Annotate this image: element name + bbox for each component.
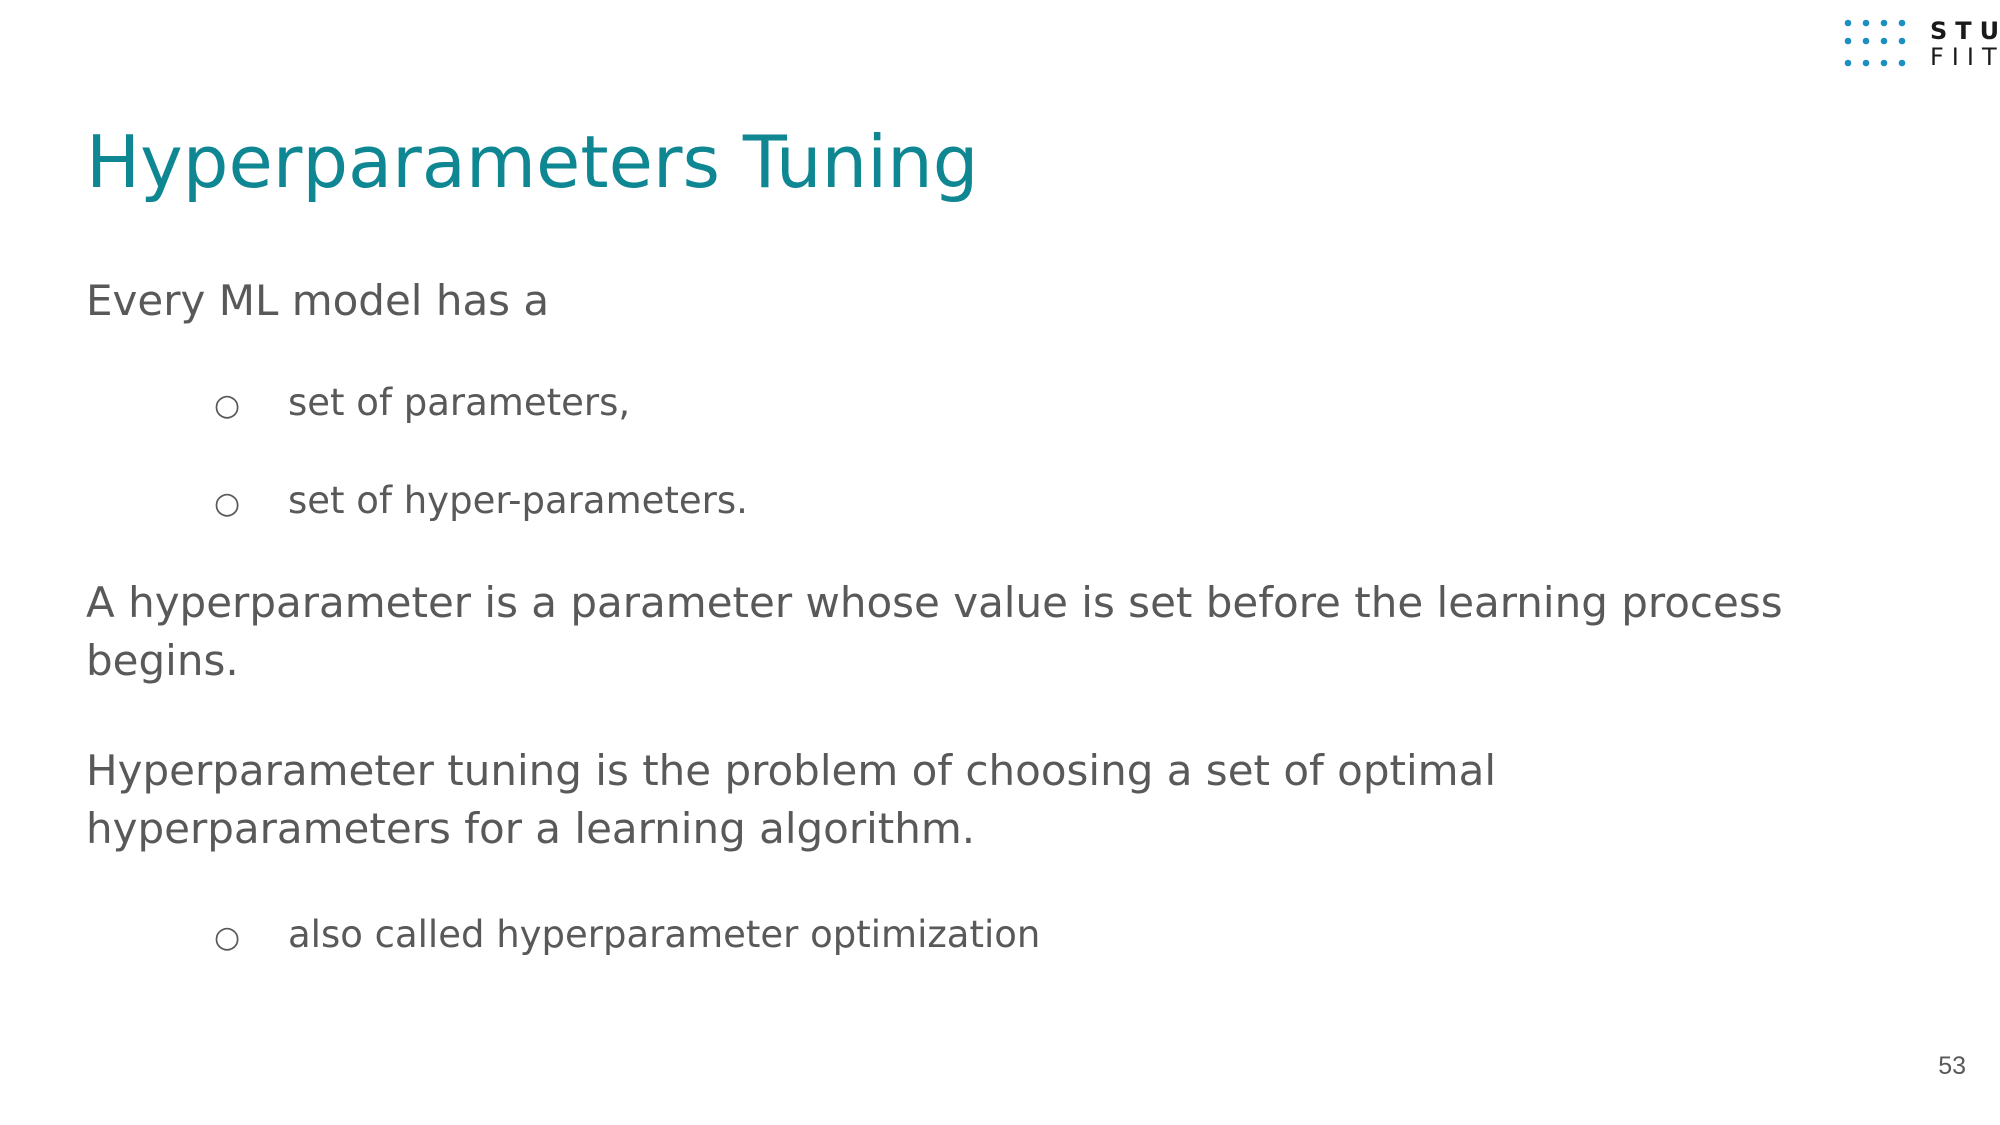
intro-bullet-2: ○ set of hyper-parameters.	[214, 476, 748, 529]
slide-title: Hyperparameters Tuning	[86, 120, 979, 204]
bullet-text: set of hyper-parameters.	[288, 479, 748, 522]
intro-paragraph: Every ML model has a	[86, 276, 550, 325]
bullet-text: set of parameters,	[288, 381, 631, 424]
hollow-circle-bullet-icon: ○	[214, 920, 241, 955]
tuning-paragraph: Hyperparameter tuning is the problem of …	[86, 746, 1496, 853]
tuning-bullet-1: ○ also called hyperparameter optimization	[214, 910, 1040, 963]
hollow-circle-bullet-icon: ○	[214, 388, 241, 423]
hollow-circle-bullet-icon: ○	[214, 486, 241, 521]
definition-paragraph: A hyperparameter is a parameter whose va…	[86, 578, 1783, 685]
page-number: 53	[1938, 1052, 1966, 1080]
logo-dot-grid-icon	[1844, 19, 1906, 67]
bullet-text: also called hyperparameter optimization	[288, 913, 1041, 956]
logo-wordmark: STU FIIT	[1930, 18, 2000, 70]
stu-fiit-logo: STU FIIT	[1840, 18, 2000, 74]
logo-line-stu: STU	[1930, 17, 2000, 45]
logo-line-fiit: FIIT	[1930, 43, 2000, 71]
intro-bullet-1: ○ set of parameters,	[214, 378, 630, 431]
